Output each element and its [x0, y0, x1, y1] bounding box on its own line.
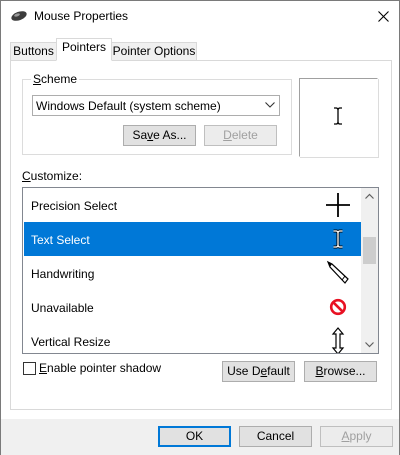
mouse-icon: [11, 11, 27, 21]
unavailable-icon: [329, 298, 347, 316]
list-item-label: Unavailable: [31, 301, 94, 315]
list-item-label: Handwriting: [31, 267, 95, 281]
title-bar[interactable]: Mouse Properties: [1, 1, 399, 31]
scroll-up-button[interactable]: [361, 188, 378, 205]
pointer-shadow-checkbox[interactable]: [23, 362, 36, 375]
tab-pointers-label: Pointers: [61, 40, 107, 54]
chevron-down-icon: [365, 342, 374, 348]
list-item[interactable]: Vertical Resize: [24, 324, 362, 353]
pointer-preview: [299, 78, 378, 157]
tab-pointers[interactable]: Pointers: [56, 38, 112, 61]
pointer-shadow-label[interactable]: Enable pointer shadow: [39, 361, 161, 375]
apply-button[interactable]: Apply: [320, 426, 393, 447]
close-icon: [377, 10, 389, 22]
list-scrollbar[interactable]: [361, 188, 378, 353]
list-item-label: Text Select: [31, 233, 90, 247]
list-item-label: Precision Select: [31, 199, 118, 213]
vertical-resize-icon: [331, 327, 345, 353]
crosshair-icon: [326, 193, 350, 217]
customize-label: Customize:: [22, 169, 83, 183]
close-button[interactable]: [367, 1, 399, 31]
scheme-dropdown[interactable]: Windows Default (system scheme): [32, 95, 280, 116]
list-item-label: Vertical Resize: [31, 335, 111, 349]
window-title: Mouse Properties: [34, 9, 129, 23]
ok-button[interactable]: OK: [158, 426, 231, 447]
text-cursor-preview-icon: [334, 107, 342, 125]
cursor-list[interactable]: Precision Select Text Select Handwriting…: [22, 187, 379, 354]
cancel-button[interactable]: Cancel: [239, 426, 312, 447]
chevron-up-icon: [365, 193, 374, 199]
list-item-selected[interactable]: Text Select: [24, 222, 362, 256]
scheme-dropdown-value: Windows Default (system scheme): [36, 99, 221, 113]
delete-button[interactable]: Delete: [204, 125, 277, 146]
scroll-down-button[interactable]: [361, 336, 378, 353]
save-as-button[interactable]: Save As...: [123, 125, 196, 146]
chevron-down-icon: [265, 102, 275, 108]
browse-button[interactable]: Browse...: [304, 361, 377, 382]
list-item[interactable]: Unavailable: [24, 290, 362, 324]
tab-buttons-label: Buttons: [13, 44, 54, 58]
list-item[interactable]: Precision Select: [24, 188, 362, 222]
tab-buttons[interactable]: Buttons: [10, 42, 57, 60]
mouse-properties-window: Mouse Properties Buttons Pointers Pointe…: [0, 0, 400, 455]
tab-pointer-options[interactable]: Pointer Options: [111, 42, 197, 60]
tab-pointer-options-label: Pointer Options: [112, 44, 196, 58]
list-item[interactable]: Handwriting: [24, 256, 362, 290]
scroll-thumb[interactable]: [363, 237, 376, 264]
text-cursor-icon: [333, 229, 343, 249]
pen-icon: [326, 260, 349, 284]
scheme-label: Scheme: [31, 72, 80, 86]
use-default-button[interactable]: Use Default: [222, 361, 295, 382]
